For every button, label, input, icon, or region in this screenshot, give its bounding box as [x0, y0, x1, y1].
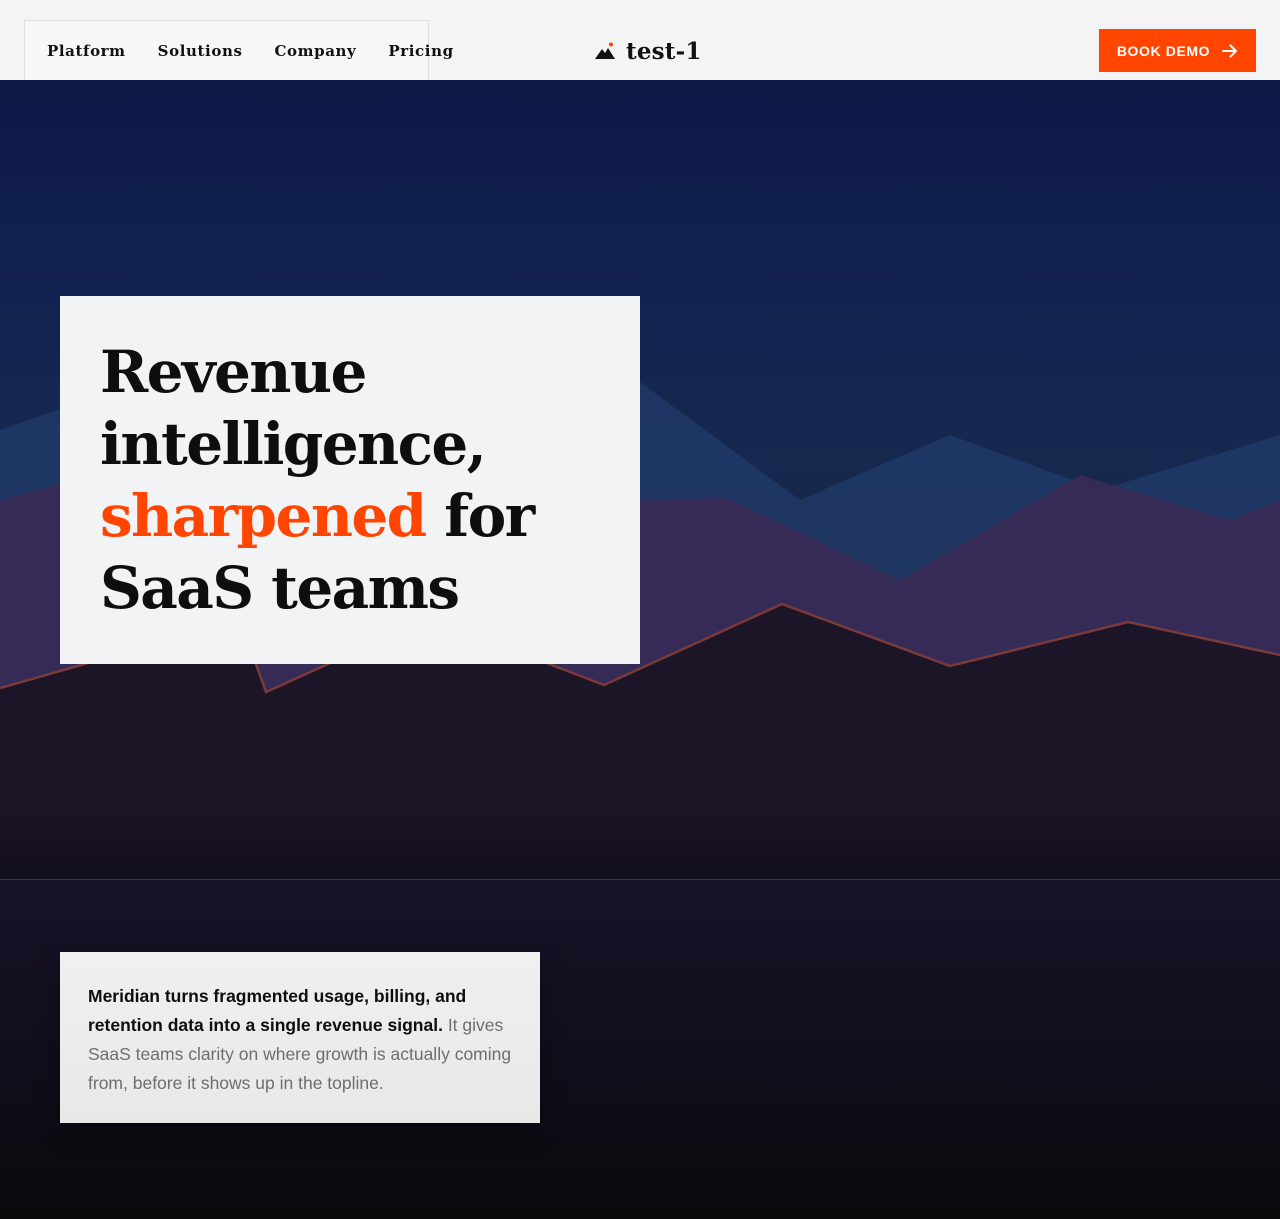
hero-card: Revenue intelligence, sharpened for SaaS… — [60, 296, 640, 664]
hero-title-line4: SaaS teams — [100, 554, 460, 622]
description-text: Meridian turns fragmented usage, billing… — [88, 982, 512, 1098]
nav-item-pricing[interactable]: Pricing — [388, 42, 453, 60]
description-card: Meridian turns fragmented usage, billing… — [60, 952, 540, 1123]
book-demo-label: BOOK DEMO — [1116, 42, 1211, 59]
hero-title-after-accent: for — [425, 482, 535, 550]
hero-divider — [0, 879, 1280, 880]
nav-item-solutions[interactable]: Solutions — [158, 42, 243, 60]
landing-page: Platform Solutions Company Pricing test-… — [0, 0, 1280, 1219]
hero-title-line2: intelligence, — [100, 410, 487, 478]
mountain-icon — [594, 42, 616, 60]
book-demo-button[interactable]: BOOK DEMO — [1099, 29, 1256, 72]
nav-item-company[interactable]: Company — [275, 42, 357, 60]
logo-text: test-1 — [626, 37, 702, 65]
site-header: Platform Solutions Company Pricing test-… — [0, 0, 1280, 80]
site-logo[interactable]: test-1 — [594, 36, 702, 66]
hero-title-accent: sharpened — [100, 482, 427, 550]
arrow-right-icon — [1222, 44, 1238, 58]
main-nav: Platform Solutions Company Pricing — [24, 20, 453, 80]
hero-title: Revenue intelligence, sharpened for SaaS… — [100, 336, 620, 624]
nav-item-platform[interactable]: Platform — [47, 42, 126, 60]
hero-title-line1: Revenue — [100, 338, 367, 406]
description-strong: Meridian turns fragmented usage, billing… — [88, 986, 467, 1035]
